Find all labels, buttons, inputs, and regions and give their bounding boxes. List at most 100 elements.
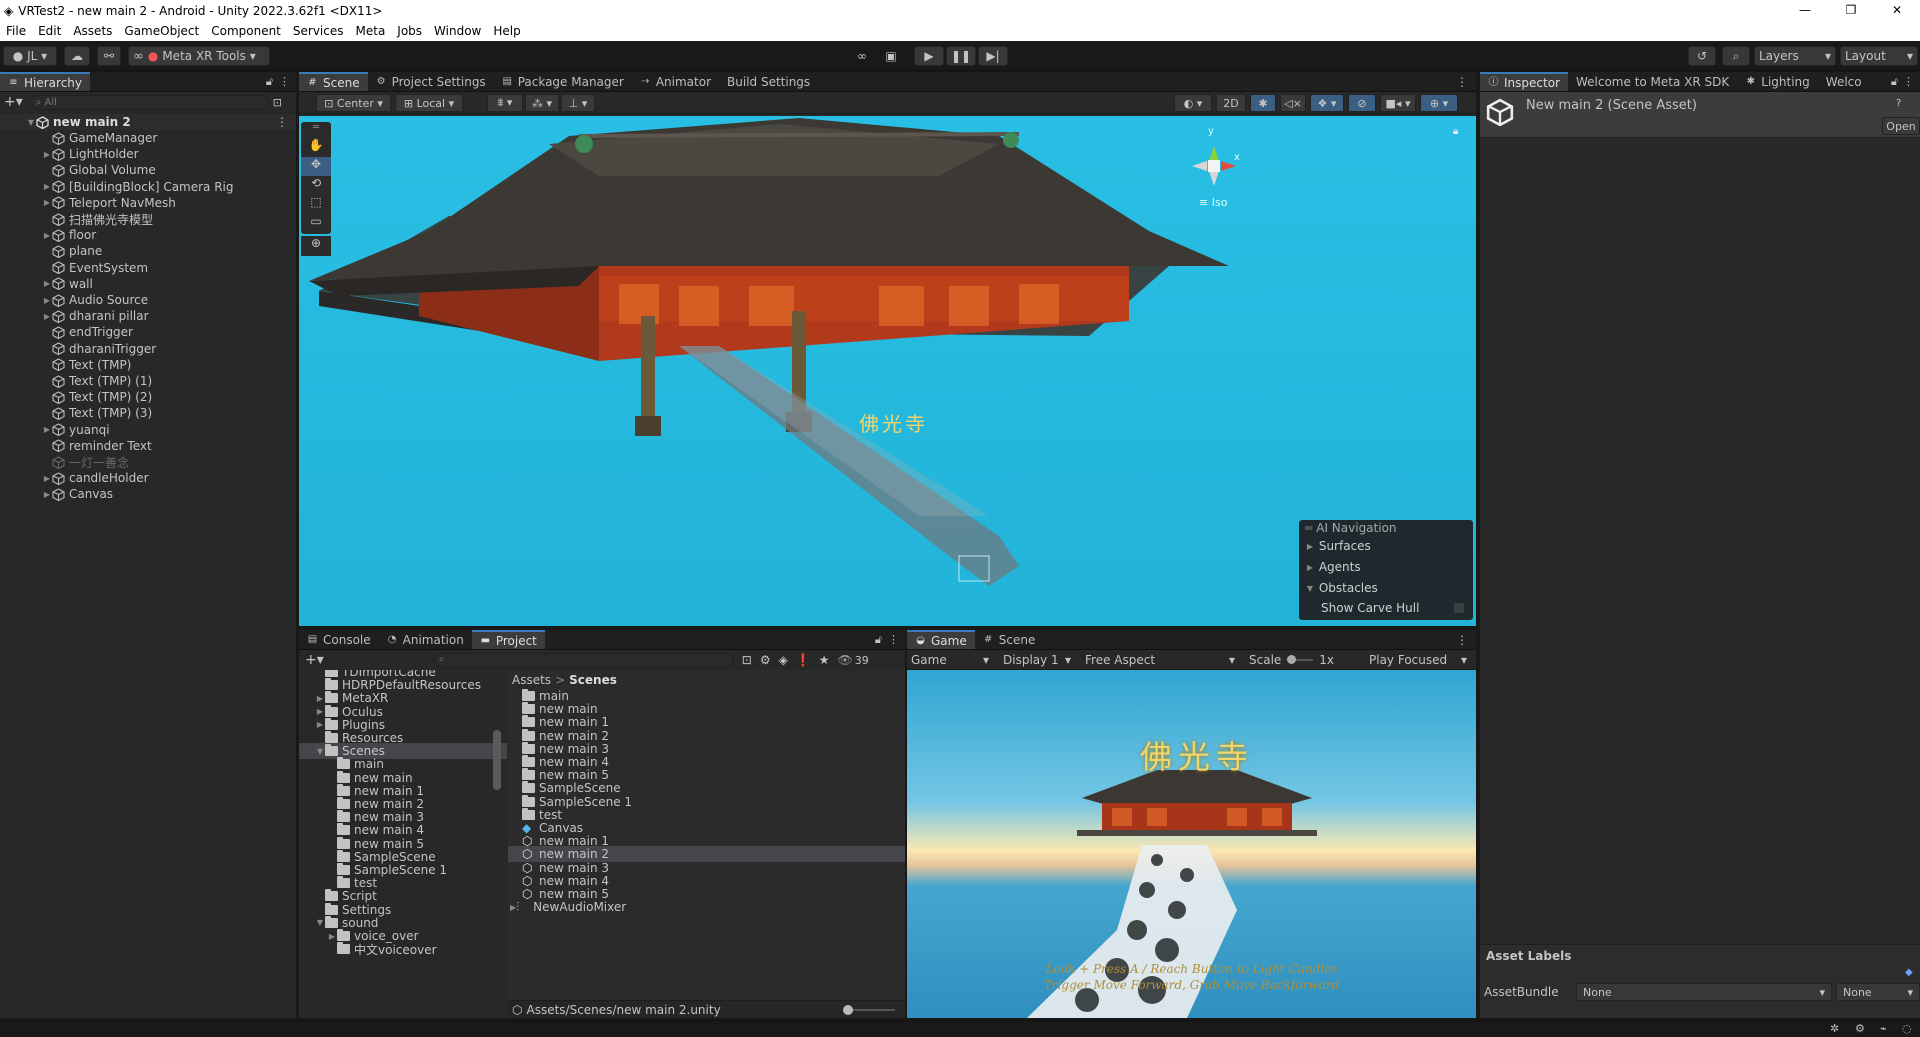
move-tool-icon[interactable]: ✥	[301, 157, 331, 176]
lock-icon[interactable]: 🔓︎	[1891, 75, 1898, 89]
menu-help[interactable]: Help	[487, 24, 526, 38]
lock-icon[interactable]: 🔓︎	[266, 75, 273, 89]
add-icon[interactable]: +▾	[4, 94, 23, 110]
open-button[interactable]: Open	[1882, 117, 1920, 135]
tab-welcome-2[interactable]: Welco	[1818, 72, 1870, 91]
tab-animator[interactable]: ⇢ Animator	[632, 72, 719, 91]
project-file-item[interactable]: ▶ ⫶ NewAudioMixer	[508, 899, 905, 915]
tab-build-settings[interactable]: Build Settings	[719, 72, 818, 91]
expand-arrow-icon[interactable]: ▶	[42, 231, 52, 240]
rect-tool-icon[interactable]: ▭	[301, 214, 331, 233]
hierarchy-item[interactable]: ▶ wall	[0, 276, 296, 292]
hierarchy-search-input[interactable]: ⌕ All	[30, 94, 269, 110]
undo-history-button[interactable]: ↺	[1688, 46, 1716, 66]
hierarchy-item[interactable]: dharaniTrigger	[0, 341, 296, 357]
expand-arrow-icon[interactable]: ▼	[315, 747, 325, 756]
minimize-button[interactable]: —	[1782, 0, 1828, 21]
hierarchy-item[interactable]: ▶ yuanqi	[0, 422, 296, 438]
hidden-objects-button[interactable]: ⊘	[1348, 94, 1376, 112]
scene-viewport[interactable]: 佛光寺 y x ≡ Iso 🔒︎ ═ ✋ ✥ ⟲ ⬚ ▭ ⊕ ═ AI Navig…	[299, 116, 1476, 626]
hierarchy-item[interactable]: ▶ Teleport NavMesh	[0, 195, 296, 211]
expand-arrow-icon[interactable]: ▶	[42, 279, 52, 288]
breadcrumb-assets[interactable]: Assets	[512, 673, 551, 687]
audio-toggle-button[interactable]: ◁×	[1280, 94, 1306, 112]
hierarchy-item[interactable]: 扫描佛光寺模型	[0, 211, 296, 227]
grid-snap-button[interactable]: ⩩ ▾	[487, 94, 523, 112]
hierarchy-item[interactable]: Text (TMP) (3)	[0, 405, 296, 421]
menu-gameobject[interactable]: GameObject	[118, 24, 205, 38]
layers-dropdown[interactable]: Layers ▾	[1754, 46, 1836, 66]
kebab-menu-icon[interactable]: ⋮	[888, 633, 899, 646]
layout-dropdown[interactable]: Layout ▾	[1840, 46, 1918, 66]
label-tag-icon[interactable]: ◆	[1905, 967, 1913, 978]
tab-inspector[interactable]: ⓘ Inspector	[1480, 72, 1568, 91]
hierarchy-item[interactable]: reminder Text	[0, 438, 296, 454]
hierarchy-item[interactable]: 一灯一善念	[0, 454, 296, 470]
scale-tool-icon[interactable]: ⬚	[301, 195, 331, 214]
progress-icon[interactable]: ⚙	[1855, 1022, 1865, 1035]
shading-mode-button[interactable]: ◐ ▾	[1174, 94, 1212, 112]
project-tree-item[interactable]: 中文voiceover	[299, 941, 507, 957]
expand-arrow-icon[interactable]: ▼	[315, 918, 325, 927]
type-filter-icon[interactable]: ⚙	[760, 653, 771, 667]
expand-arrow-icon[interactable]: ▶	[42, 198, 52, 207]
expand-arrow-icon[interactable]: ▶	[315, 694, 325, 703]
hand-tool-icon[interactable]: ✋	[301, 138, 331, 157]
breadcrumb-scenes[interactable]: Scenes	[569, 673, 617, 687]
hierarchy-item[interactable]: ▶ [BuildingBlock] Camera Rig	[0, 179, 296, 195]
transform-tool-icon[interactable]: ⊕	[301, 236, 331, 256]
meta-xr-tools-button[interactable]: ∞ ● Meta XR Tools ▾	[128, 46, 270, 66]
hierarchy-item[interactable]: ▶ candleHolder	[0, 470, 296, 486]
search-button[interactable]: ⌕	[1722, 46, 1750, 66]
kebab-menu-icon[interactable]: ⋮	[1903, 75, 1914, 88]
expand-arrow-icon[interactable]: ▶	[42, 490, 52, 499]
hidden-packages-icon[interactable]: 👁︎	[838, 653, 853, 667]
tab-welcome-meta[interactable]: Welcome to Meta XR SDK	[1568, 72, 1737, 91]
scale-control[interactable]: Scale 1x	[1241, 653, 1361, 667]
label-filter-icon[interactable]: ◈	[779, 653, 788, 667]
hierarchy-item[interactable]: GameManager	[0, 130, 296, 146]
asset-bundle-dropdown[interactable]: None ▾	[1576, 983, 1832, 1001]
tab-package-manager[interactable]: ▤ Package Manager	[494, 72, 632, 91]
meta-link-icon[interactable]: ∞	[850, 46, 874, 66]
device-icon[interactable]: ▣	[878, 46, 904, 66]
menu-services[interactable]: Services	[287, 24, 350, 38]
gizmo-lock-icon[interactable]: 🔒︎	[1453, 126, 1458, 137]
pause-button[interactable]: ❚❚	[946, 46, 976, 66]
maximize-button[interactable]: ❐	[1828, 0, 1874, 21]
tab-project[interactable]: ▬ Project	[471, 630, 545, 649]
menu-edit[interactable]: Edit	[32, 24, 67, 38]
tab-scene[interactable]: # Scene	[299, 72, 368, 91]
menu-jobs[interactable]: Jobs	[391, 24, 428, 38]
hierarchy-item[interactable]: Text (TMP)	[0, 357, 296, 373]
hierarchy-item[interactable]: ▶ Audio Source	[0, 292, 296, 308]
menu-assets[interactable]: Assets	[67, 24, 118, 38]
rotate-tool-icon[interactable]: ⟲	[301, 176, 331, 195]
expand-arrow-icon[interactable]: ▶	[315, 707, 325, 716]
tab-game[interactable]: ◒ Game	[907, 630, 975, 649]
hierarchy-item[interactable]: Text (TMP) (1)	[0, 373, 296, 389]
hierarchy-item[interactable]: ▶ LightHolder	[0, 146, 296, 162]
increment-snap-button[interactable]: ⊥ ▾	[561, 94, 595, 112]
scene-visibility-icon[interactable]: ⊡	[273, 96, 282, 109]
game-viewport[interactable]: 佛光寺 Look + Press A / Reach Button to Lig…	[907, 670, 1476, 1018]
effects-toggle-button[interactable]: ❖ ▾	[1310, 94, 1344, 112]
menu-component[interactable]: Component	[205, 24, 287, 38]
menu-file[interactable]: File	[0, 24, 32, 38]
add-icon[interactable]: +▾	[305, 652, 324, 668]
expand-arrow-icon[interactable]: ▶	[315, 720, 325, 729]
expand-arrow-icon[interactable]: ▶	[42, 474, 52, 483]
overlay-surfaces[interactable]: ▶ Surfaces	[1299, 536, 1473, 556]
gizmos-button[interactable]: ⊕ ▾	[1420, 94, 1458, 112]
kebab-menu-icon[interactable]: ⋮	[1456, 630, 1476, 649]
close-button[interactable]: ✕	[1874, 0, 1920, 21]
camera-settings-button[interactable]: ■◂ ▾	[1380, 94, 1416, 112]
projection-iso-label[interactable]: ≡ Iso	[1199, 196, 1227, 209]
bug-report-icon[interactable]: ✲	[1830, 1022, 1839, 1035]
tab-hierarchy[interactable]: ≡ Hierarchy	[0, 72, 91, 91]
tab-animation[interactable]: ◔ Animation	[379, 630, 472, 649]
aspect-dropdown[interactable]: Free Aspect ▾	[1077, 653, 1241, 667]
favorite-icon[interactable]: ★	[819, 653, 830, 667]
play-focus-dropdown[interactable]: Play Focused ▾	[1361, 653, 1473, 667]
hierarchy-item[interactable]: Text (TMP) (2)	[0, 389, 296, 405]
